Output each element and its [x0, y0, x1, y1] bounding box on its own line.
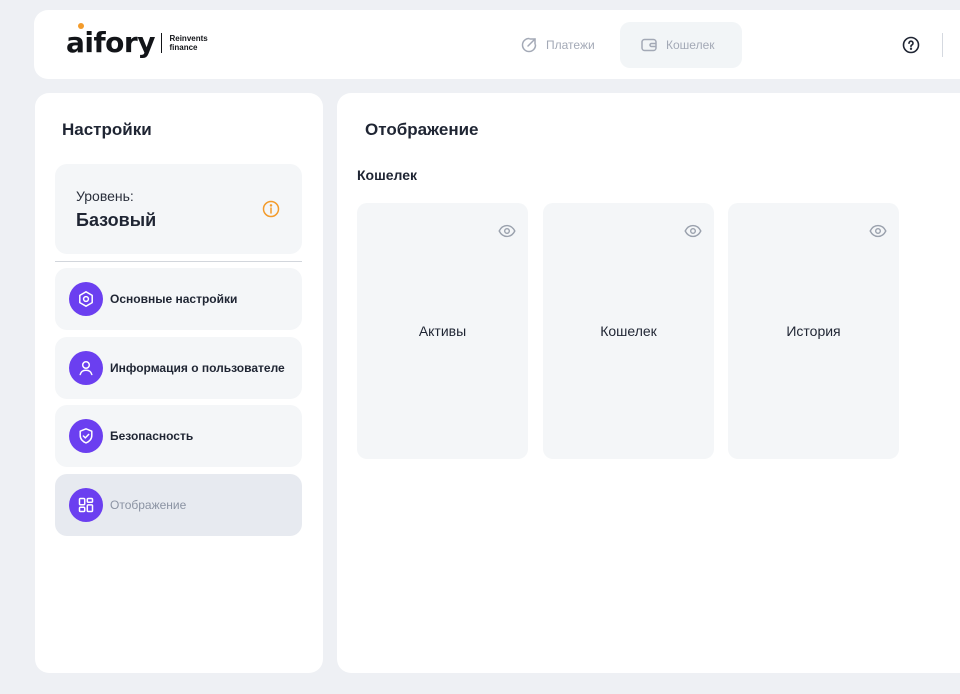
arrow-up-right-icon: [521, 37, 537, 53]
nav-payments-label: Платежи: [546, 38, 595, 52]
user-icon: [69, 351, 103, 385]
settings-sidebar: Настройки Уровень: Базовый Основные наст…: [35, 93, 323, 673]
logo-tagline: Reinvents finance: [169, 34, 207, 52]
eye-icon[interactable]: [869, 224, 887, 238]
sidebar-item-security[interactable]: Безопасность: [55, 405, 302, 467]
widget-tile-history[interactable]: История: [728, 203, 899, 459]
widget-tile-assets[interactable]: Активы: [357, 203, 528, 459]
wallet-icon: [641, 38, 657, 52]
section-title: Кошелек: [357, 167, 418, 183]
sidebar-item-display[interactable]: Отображение: [55, 474, 302, 536]
sidebar-item-label: Основные настройки: [110, 292, 238, 306]
sidebar-item-user-info[interactable]: Информация о пользователе: [55, 337, 302, 399]
level-value: Базовый: [76, 210, 157, 230]
tile-label: Активы: [418, 323, 467, 339]
tile-label: Кошелек: [600, 323, 657, 339]
info-icon[interactable]: [262, 200, 280, 218]
main-content: Отображение Кошелек Активы Кошелек Истор…: [337, 93, 960, 673]
sidebar-item-label: Информация о пользователе: [110, 361, 285, 375]
sidebar-item-general-settings[interactable]: Основные настройки: [55, 268, 302, 330]
top-header: aifory Reinvents finance Платежи Кошелек: [34, 10, 960, 79]
shield-check-icon: [69, 419, 103, 453]
level-card: Уровень: Базовый: [55, 164, 302, 254]
logo-accent-dot: [78, 23, 84, 29]
logo-separator: [160, 33, 163, 53]
tile-label: История: [786, 323, 841, 339]
eye-icon[interactable]: [684, 224, 702, 238]
sidebar-divider: [55, 261, 302, 262]
sidebar-item-label: Безопасность: [110, 429, 194, 443]
nav-wallet[interactable]: Кошелек: [620, 22, 742, 68]
layout-grid-icon: [69, 488, 103, 522]
help-circle-icon[interactable]: [902, 36, 920, 54]
sidebar-item-label: Отображение: [110, 498, 187, 512]
nav-wallet-label: Кошелек: [666, 38, 715, 52]
hexagon-settings-icon: [69, 282, 103, 316]
level-label: Уровень:: [76, 188, 134, 204]
logo-tagline-line1: Reinvents: [169, 34, 208, 43]
eye-icon[interactable]: [498, 224, 516, 238]
widget-tile-wallet[interactable]: Кошелек: [543, 203, 714, 459]
page-title: Отображение: [365, 120, 479, 139]
logo-tagline-line2: finance: [169, 43, 198, 52]
logo-wordmark: aifory: [66, 26, 155, 59]
aifory-logo[interactable]: aifory Reinvents finance: [66, 23, 208, 60]
header-divider: [942, 33, 943, 57]
nav-payments[interactable]: Платежи: [500, 22, 615, 68]
sidebar-title: Настройки: [62, 120, 152, 139]
